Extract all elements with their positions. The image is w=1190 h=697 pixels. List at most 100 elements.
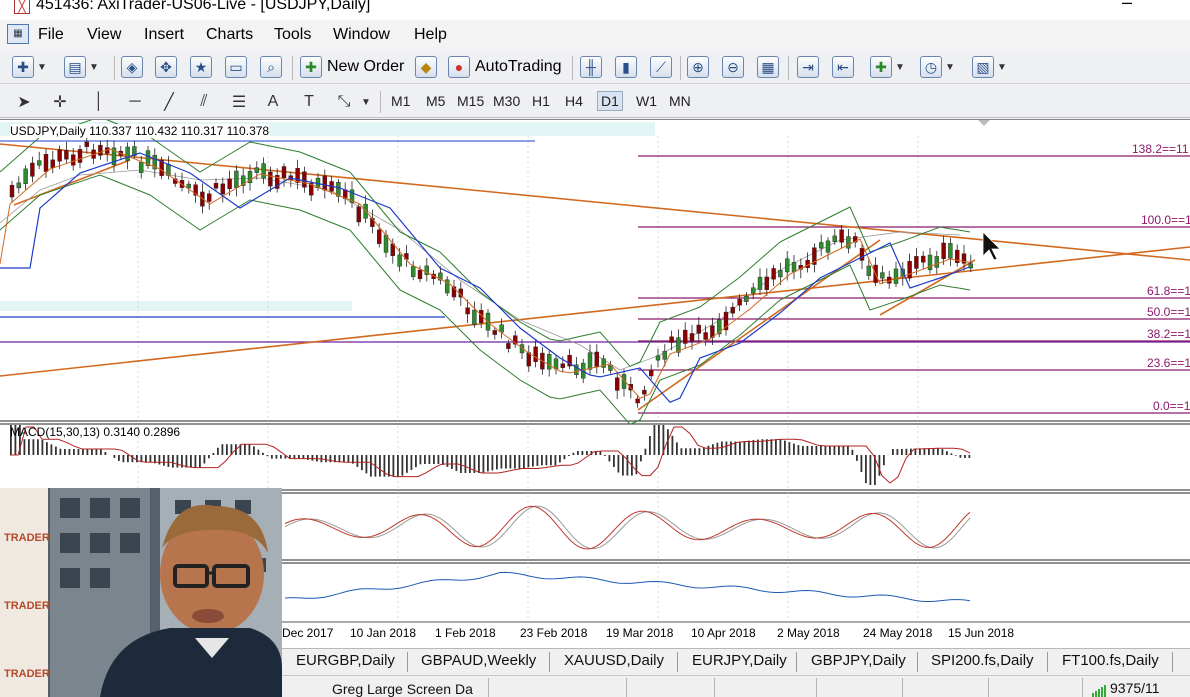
market-watch-button[interactable]: ◈ [121, 54, 143, 80]
macd-bar [815, 446, 818, 455]
tab-eurgbp-daily[interactable]: EURGBP,Daily [296, 652, 395, 669]
vertical-line-icon[interactable]: │ [88, 91, 110, 113]
bar-chart-button[interactable]: ╫ [580, 54, 602, 80]
macd-bar [280, 455, 282, 459]
equidistant-channel-icon[interactable]: ⫽ [193, 91, 215, 113]
macd-bar [208, 455, 210, 459]
cursor-icon[interactable]: ➤ [13, 91, 35, 113]
candle [866, 265, 871, 276]
tab-eurjpy-daily[interactable]: EURJPY,Daily [692, 652, 787, 669]
macd-bar [64, 449, 66, 455]
auto-scroll-button[interactable]: ⇥ [797, 54, 819, 80]
brand-text: TRADER [4, 668, 50, 680]
candle [662, 350, 667, 360]
tf-m15[interactable]: M15 [457, 93, 484, 109]
candlestick-icon: ▮ [615, 56, 637, 78]
macd-bar [433, 455, 435, 464]
tab-gbpaud-weekly[interactable]: GBPAUD,Weekly [421, 652, 536, 669]
zoom-in-icon: ⊕ [687, 56, 709, 78]
line-studies-toolbar: ➤ ✛ │ ─ ╱ ⫽ ☰ A T ⤡ ▼ M1 M5 M15 M30 H1 H… [0, 85, 1190, 118]
profiles-button[interactable]: ▤ ▼ [64, 54, 99, 80]
tf-m5[interactable]: M5 [426, 93, 445, 109]
candle [492, 330, 497, 335]
chart-shift-button[interactable]: ⇤ [832, 54, 854, 80]
horizontal-line-icon[interactable]: ─ [124, 91, 146, 113]
new-chart-button[interactable]: ✚ ▼ [12, 54, 47, 80]
menu-window[interactable]: Window [333, 26, 390, 44]
macd-bar [712, 444, 714, 455]
text-label-icon[interactable]: T [298, 91, 320, 113]
candle [417, 269, 423, 280]
macd-bar [788, 442, 791, 455]
macd-bar [532, 455, 534, 467]
macd-bar [545, 455, 548, 466]
crosshair-icon[interactable]: ✛ [49, 91, 71, 113]
autotrading-button[interactable]: ● AutoTrading [448, 54, 562, 80]
indicators-button[interactable]: ✚ ▼ [870, 54, 905, 80]
tf-m30[interactable]: M30 [493, 93, 520, 109]
macd-bar [946, 451, 948, 455]
tf-w1[interactable]: W1 [636, 93, 657, 109]
tab-gbpjpy-daily[interactable]: GBPJPY,Daily [811, 652, 906, 669]
tile-windows-button[interactable]: ▦ [757, 54, 779, 80]
candle [213, 183, 219, 189]
macd-bar [113, 455, 116, 458]
tf-d1[interactable]: D1 [597, 91, 623, 111]
menu-help[interactable]: Help [414, 26, 447, 44]
zoom-in-button[interactable]: ⊕ [687, 54, 709, 80]
candlestick-button[interactable]: ▮ [615, 54, 637, 80]
tf-h4[interactable]: H4 [565, 93, 583, 109]
macd-bar [172, 455, 174, 468]
macd-bar [950, 453, 953, 455]
metaeditor-icon: ◆ [415, 56, 437, 78]
app-icon: ╳ [14, 0, 30, 14]
templates-button[interactable]: ▧ ▼ [972, 54, 1007, 80]
candle [281, 166, 287, 179]
text-icon[interactable]: A [262, 91, 284, 113]
menu-insert[interactable]: Insert [144, 26, 184, 44]
new-order-button[interactable]: ✚ New Order [300, 54, 404, 80]
standard-toolbar: ✚ ▼ ▤ ▼ ◈ ✥ ★ ▭ ⌕ ✚ New Order ◆ ● AutoTrad… [0, 50, 1190, 84]
macd-bar [455, 455, 458, 471]
candle [825, 240, 831, 253]
line-chart-button[interactable]: ⟋ [650, 54, 672, 80]
terminal-button[interactable]: ▭ [225, 54, 247, 80]
mdi-child-icon[interactable]: ▦ [7, 24, 29, 44]
menu-tools[interactable]: Tools [274, 26, 311, 44]
fibonacci-icon[interactable]: ☰ [228, 91, 250, 113]
minimize-button[interactable]: – [1122, 0, 1132, 13]
trendline-icon[interactable]: ╱ [158, 91, 180, 113]
menu-charts[interactable]: Charts [206, 26, 253, 44]
dropdown-arrow-icon[interactable]: ▼ [355, 91, 377, 113]
macd-bar [514, 455, 516, 469]
arrows-icon[interactable]: ⤡ [333, 91, 355, 113]
macd-bar [118, 455, 120, 461]
tab-spi200-daily[interactable]: SPI200.fs,Daily [931, 652, 1034, 669]
menu-view[interactable]: View [87, 26, 121, 44]
macd-bar [23, 439, 26, 455]
macd-bar [536, 455, 539, 466]
date-label: 1 Feb 2018 [435, 626, 496, 640]
favorites-button[interactable]: ★ [190, 54, 212, 80]
macd-bar [892, 449, 894, 455]
tab-xauusd-daily[interactable]: XAUUSD,Daily [564, 652, 664, 669]
strategy-tester-button[interactable]: ⌕ [260, 54, 282, 80]
tf-mn[interactable]: MN [669, 93, 691, 109]
navigator-button[interactable]: ✥ [155, 54, 177, 80]
candle [138, 162, 144, 173]
tf-h1[interactable]: H1 [532, 93, 550, 109]
zoom-out-button[interactable]: ⊖ [722, 54, 744, 80]
metaeditor-button[interactable]: ◆ [415, 54, 437, 80]
menu-file[interactable]: File [38, 26, 64, 44]
candle [948, 243, 953, 259]
tab-ft100-daily[interactable]: FT100.fs,Daily [1062, 652, 1159, 669]
periods-button[interactable]: ◷ ▼ [920, 54, 955, 80]
macd-bar [689, 448, 692, 455]
macd-bar [37, 439, 39, 455]
macd-bar [752, 440, 755, 455]
chart-symbol-header: USDJPY,Daily 110.337 110.432 110.317 110… [10, 124, 270, 138]
candle [30, 162, 35, 177]
candle [472, 309, 477, 325]
macd-bar [725, 441, 728, 455]
tf-m1[interactable]: M1 [391, 93, 410, 109]
